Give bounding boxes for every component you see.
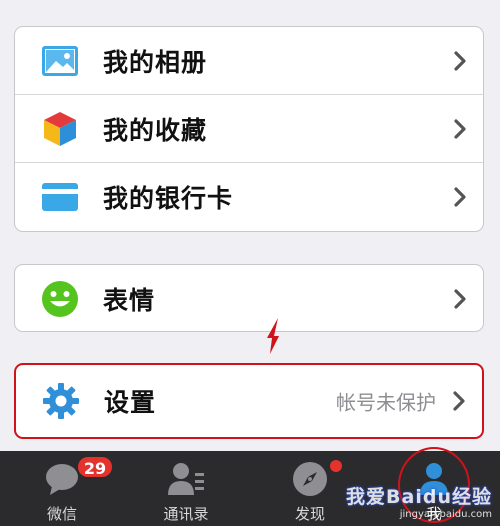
chevron-right-icon	[453, 391, 465, 411]
watermark-url: jingyan.baidu.com	[399, 509, 492, 520]
menu-item-favorites[interactable]: 我的收藏	[15, 95, 483, 163]
chevron-right-icon	[454, 187, 466, 207]
favorites-cube-icon	[41, 110, 79, 148]
menu-item-label: 我的收藏	[103, 115, 208, 145]
gear-icon	[42, 382, 80, 420]
compass-icon	[293, 462, 327, 496]
annotation-arrow-icon	[267, 318, 279, 354]
menu-item-label: 表情	[103, 286, 156, 315]
menu-item-label: 我的相册	[103, 47, 208, 77]
menu-item-label: 我的银行卡	[103, 184, 234, 213]
menu-group-emoji: 表情	[14, 264, 484, 332]
chevron-right-icon	[454, 50, 466, 71]
tab-label: 微信	[46, 505, 77, 523]
contacts-icon	[168, 463, 204, 495]
smiley-icon	[41, 280, 79, 318]
tab-wechat[interactable]: 29 微信	[12, 451, 114, 526]
tab-label: 发现	[294, 505, 325, 523]
menu-item-settings[interactable]: 设置 帐号未保护	[16, 365, 482, 437]
menu-group-settings: 设置 帐号未保护	[14, 363, 484, 439]
tab-discover[interactable]: 发现	[260, 451, 360, 526]
bank-card-icon	[41, 178, 79, 216]
discover-new-dot	[330, 460, 342, 472]
menu-item-emoji[interactable]: 表情	[15, 265, 483, 331]
menu-item-album[interactable]: 我的相册	[15, 27, 483, 95]
chevron-right-icon	[454, 289, 466, 309]
menu-item-label: 设置	[104, 388, 157, 417]
menu-item-bank-card[interactable]: 我的银行卡	[15, 163, 483, 231]
tab-contacts[interactable]: 通讯录	[136, 451, 236, 526]
chevron-right-icon	[454, 118, 466, 139]
watermark: 我爱Baidu经验 jingyan.baidu.com	[346, 482, 492, 520]
tab-label: 通讯录	[163, 505, 209, 523]
unread-badge: 29	[76, 455, 114, 479]
account-protection-status: 帐号未保护	[336, 390, 436, 415]
album-icon	[41, 42, 79, 80]
watermark-main: 我爱Baidu经验	[346, 486, 492, 508]
menu-group-main: 我的相册 我的收藏 我的银行卡	[14, 26, 484, 232]
